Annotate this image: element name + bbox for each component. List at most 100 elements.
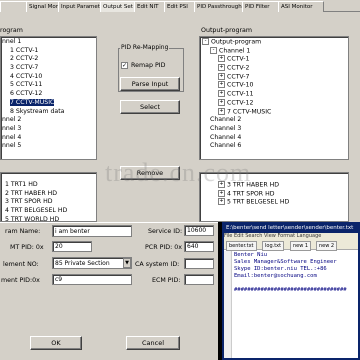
notepad-tab-new-2[interactable]: new 2: [316, 241, 338, 251]
output-program-tree[interactable]: - Output-program - Channel 1 + CCTV-1 + CCTV-2 +…: [199, 36, 349, 160]
input-tree-item[interactable]: 5 CCTV-11: [2, 81, 96, 90]
notepad-line-gutter: [224, 251, 232, 358]
notepad-title: E:\benter\send letter\sender\sender\bent…: [224, 224, 358, 233]
element-no-select[interactable]: 85 Private Section: [52, 257, 132, 269]
input-tree-item[interactable]: 6 CCTV-12: [2, 90, 96, 99]
pcr-pid-label: PCR PID: 0x: [145, 244, 182, 251]
output-tree-item[interactable]: - Channel 1: [200, 46, 348, 56]
notepad-line: ##################################: [234, 287, 347, 293]
expand-icon[interactable]: +: [218, 72, 225, 80]
pmt-pid-input[interactable]: 20: [52, 241, 92, 252]
input-tree-item-label: 2 CCTV-2: [10, 55, 39, 63]
output-program-header: Output-program: [201, 27, 253, 34]
expand-icon[interactable]: +: [218, 198, 225, 206]
output-tree-item[interactable]: +7 CCTV-MUSIC: [200, 107, 348, 117]
output-tree-item[interactable]: + CCTV-11: [200, 90, 348, 99]
input-tree-item[interactable]: nnel 2: [2, 116, 96, 125]
output-tree-item-label: Channel 6: [210, 142, 242, 150]
ca-system-id-input[interactable]: [184, 258, 214, 269]
output-tree-item[interactable]: + CCTV-1: [200, 55, 348, 64]
parse-input-button[interactable]: Parse Input: [120, 77, 180, 91]
tab-asi-monitor[interactable]: ASI Monitor: [278, 1, 324, 12]
output-tree-item[interactable]: Channel 4: [200, 134, 348, 143]
element-pid-input[interactable]: c9: [52, 274, 132, 285]
watermark: trade.cn.com: [105, 158, 252, 187]
output-tree-item[interactable]: +5 TRT BELGESEL HD: [200, 198, 348, 207]
input-tree-item[interactable]: 2 TRT HABER HD: [5, 190, 96, 199]
input-tree-item-label: 8 Skystream data: [10, 107, 65, 115]
input-tree-item[interactable]: 1 TRT1 HD: [5, 181, 96, 190]
cancel-button[interactable]: Cancel: [126, 336, 180, 350]
output-tree-item[interactable]: + CCTV-10: [200, 81, 348, 90]
output-tree-item[interactable]: Channel 3: [200, 125, 348, 134]
input-tree-item[interactable]: 7 CCTV-MUSIC: [2, 98, 96, 108]
notepad-text-area[interactable]: Benter Niu Sales Manager&Software Enginee…: [234, 252, 356, 294]
program-name-input[interactable]: i am benter: [52, 225, 132, 237]
notepad-line: Skype ID:benter.niu TEL.:+86: [234, 266, 327, 272]
notepad-tab-bar: benter.txt log.txt new 1 new 2: [224, 240, 358, 251]
input-tree-item[interactable]: nnel 3: [2, 125, 96, 134]
output-tree-item-label: Channel 2: [210, 116, 242, 124]
input-tree-item[interactable]: 2 CCTV-2: [2, 55, 96, 64]
expand-icon[interactable]: +: [218, 90, 225, 98]
output-tree-item[interactable]: + CCTV-7: [200, 72, 348, 82]
input-tree-item[interactable]: 3 TRT SPOR HD: [5, 198, 96, 207]
input-program-tree-lower[interactable]: 1 TRT1 HD 2 TRT HABER HD 3 TRT SPOR HD 4 TR…: [0, 172, 97, 222]
output-tree-item[interactable]: + CCTV-2: [200, 64, 348, 73]
output-tree-item[interactable]: +4 TRT SPOR HD: [200, 189, 348, 199]
output-tree-item-label: CCTV-1: [227, 55, 250, 63]
input-tree-item-label: 4 CCTV-10: [10, 72, 43, 80]
input-tree-item-label: nnel 2: [2, 116, 22, 124]
expand-icon[interactable]: +: [218, 98, 225, 106]
collapse-icon[interactable]: -: [202, 38, 209, 45]
expand-icon[interactable]: +: [218, 107, 225, 115]
ecm-pid-input[interactable]: [184, 274, 214, 285]
notepad-tab-log[interactable]: log.txt: [262, 241, 285, 251]
expand-icon[interactable]: +: [218, 189, 225, 197]
input-tree-item-label: nnel 4: [2, 133, 22, 141]
program-name-label: ram Name:: [5, 228, 41, 235]
notepad-tab-benter[interactable]: benter.txt: [226, 241, 257, 251]
element-pid-label: ment PID:0x: [1, 277, 40, 284]
input-tree-item[interactable]: nnel 5: [2, 142, 96, 151]
pcr-pid-input[interactable]: 640: [184, 241, 214, 252]
collapse-icon[interactable]: -: [210, 46, 217, 54]
input-tree-item-label: nnel 1: [2, 38, 22, 45]
notepad-line: Sales Manager&Software Engineer: [234, 259, 337, 265]
input-tree-item-label: 6 CCTV-12: [10, 90, 43, 98]
input-tree-item[interactable]: 4 CCTV-10: [2, 73, 96, 82]
remap-pid-checkbox[interactable]: ✓: [121, 62, 128, 69]
output-tree-item-label: CCTV-11: [227, 90, 254, 98]
output-tree-item-label: Channel 4: [210, 133, 242, 141]
chevron-down-icon[interactable]: ▼: [123, 258, 131, 268]
output-tree-item[interactable]: Channel 6: [200, 142, 348, 151]
input-tree-item[interactable]: 4 TRT BELGESEL HD: [5, 207, 96, 216]
input-tree-item[interactable]: 3 CCTV-7: [2, 64, 96, 73]
ecm-pid-label: ECM PID:: [152, 277, 181, 284]
service-id-input[interactable]: 10600: [184, 225, 214, 236]
output-tree-item[interactable]: + CCTV-12: [200, 98, 348, 108]
input-tree-item-label: 1 CCTV-1: [10, 46, 39, 54]
input-program-tree[interactable]: nnel 11 CCTV-1 2 CCTV-2 3 CCTV-7 4 CCTV-10 5…: [0, 36, 97, 160]
element-no-value: 85 Private Section: [55, 260, 110, 267]
input-tree-item[interactable]: nnel 1: [2, 38, 96, 47]
expand-icon[interactable]: +: [218, 81, 225, 89]
service-id-label: Service ID:: [148, 228, 183, 235]
element-no-label: lement NO:: [3, 261, 39, 268]
expand-icon[interactable]: +: [218, 55, 225, 63]
notepad-tab-new-1[interactable]: new 1: [290, 241, 312, 251]
output-tree-item[interactable]: Channel 2: [200, 116, 348, 125]
tab-input-parameter[interactable]: Input Parameter: [58, 1, 106, 12]
input-tree-item[interactable]: nnel 4: [2, 134, 96, 143]
notepad-line: [234, 280, 356, 287]
expand-icon[interactable]: +: [218, 64, 225, 72]
ok-button[interactable]: OK: [30, 336, 82, 350]
tab-pid-passthrough[interactable]: PID Passthrough: [194, 1, 248, 12]
output-tree-item-label: CCTV-7: [227, 73, 250, 81]
input-tree-item[interactable]: 8 Skystream data: [2, 108, 96, 117]
output-tree-root[interactable]: - Output-program: [200, 38, 348, 47]
notepad-menu[interactable]: File Edit Search View Format Language: [224, 233, 358, 240]
select-button[interactable]: Select: [120, 100, 180, 114]
input-tree-item[interactable]: 1 CCTV-1: [2, 47, 96, 56]
output-tree-item-label: 7 CCTV-MUSIC: [227, 108, 272, 115]
